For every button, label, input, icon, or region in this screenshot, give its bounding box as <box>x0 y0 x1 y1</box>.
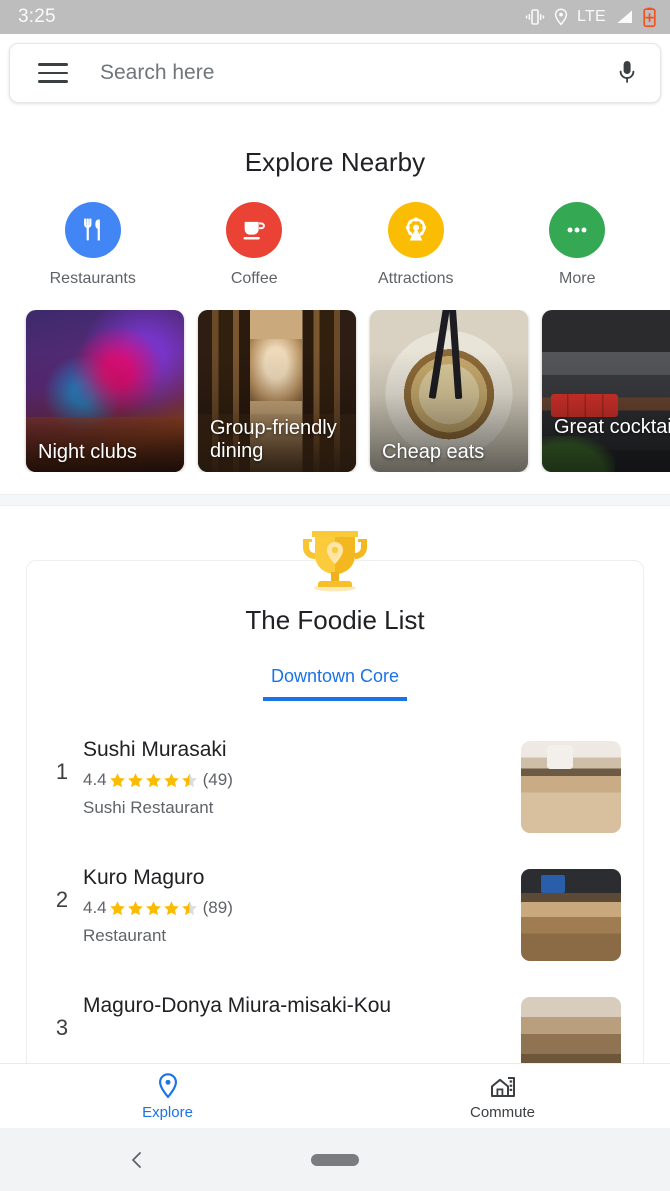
category-label: Attractions <box>377 270 454 287</box>
home-gesture-pill[interactable] <box>311 1153 359 1166</box>
place-rating: 4.4 (89) <box>83 898 521 918</box>
microphone-icon[interactable] <box>614 58 640 88</box>
hamburger-menu-icon[interactable] <box>38 63 68 83</box>
place-details: Kuro Maguro 4.4 (89) Restaurant <box>79 865 521 946</box>
card-gradient <box>542 310 670 472</box>
explore-card[interactable]: Group-friendly dining <box>198 310 356 472</box>
place-rating: 4.4 (49) <box>83 770 521 790</box>
star-rating <box>109 772 199 789</box>
section-divider <box>0 494 670 506</box>
review-count: (89) <box>202 898 233 918</box>
tab-downtown-core[interactable]: Downtown Core <box>262 666 408 701</box>
status-bar: 3:25 LTE <box>0 0 670 34</box>
more-dots-icon <box>549 202 606 258</box>
coffee-cup-icon <box>226 202 283 258</box>
search-bar-container: Search here <box>0 34 670 103</box>
foodie-list-section: The Foodie List Downtown Core 1 Sushi Mu… <box>0 506 670 1120</box>
place-rank: 3 <box>55 1015 69 1040</box>
nav-item-commute[interactable]: Commute <box>335 1072 670 1121</box>
nav-item-explore[interactable]: Explore <box>0 1072 335 1121</box>
status-time: 3:25 <box>18 6 56 27</box>
explore-card[interactable]: Cheap eats <box>370 310 528 472</box>
category-row: Restaurants Coffee Attractions More <box>0 202 670 288</box>
trophy-icon <box>303 531 367 592</box>
place-details: Sushi Murasaki 4.4 (49) Sushi Restaurant <box>79 737 521 818</box>
category-label: Coffee <box>230 270 278 287</box>
category-attractions[interactable]: Attractions <box>335 202 497 288</box>
rating-value: 4.4 <box>83 898 107 918</box>
rating-value: 4.4 <box>83 770 107 790</box>
search-input[interactable]: Search here <box>100 61 614 85</box>
explore-card[interactable]: Night clubs <box>26 310 184 472</box>
place-details: Maguro-Donya Miura-misaki-Kou <box>79 993 521 1019</box>
building-icon <box>490 1076 515 1097</box>
place-rank: 2 <box>55 887 69 912</box>
star-rating <box>109 900 199 917</box>
battery-charging-icon <box>643 7 656 27</box>
bottom-navigation: Explore Commute <box>0 1063 670 1128</box>
review-count: (49) <box>202 770 233 790</box>
nav-label: Explore <box>142 1103 193 1121</box>
network-type-label: LTE <box>576 8 606 25</box>
place-type: Restaurant <box>83 926 167 946</box>
vibrate-icon <box>525 9 545 25</box>
explore-card-carousel[interactable]: Night clubs Group-friendly dining Cheap … <box>0 310 670 472</box>
category-label: Restaurants <box>49 270 136 287</box>
card-label: Night clubs <box>38 440 137 463</box>
card-label: Great cocktails <box>554 415 670 438</box>
location-icon <box>554 8 568 26</box>
card-label: Group-friendly dining <box>210 417 337 462</box>
category-restaurants[interactable]: Restaurants <box>12 202 174 288</box>
place-thumbnail[interactable] <box>521 741 621 833</box>
category-coffee[interactable]: Coffee <box>174 202 336 288</box>
place-name: Maguro-Donya Miura-misaki-Kou <box>83 994 392 1017</box>
search-bar[interactable]: Search here <box>9 43 661 103</box>
place-name: Sushi Murasaki <box>83 738 227 761</box>
status-icons: LTE <box>525 7 656 27</box>
category-label: More <box>559 270 596 287</box>
foodie-place-list: 1 Sushi Murasaki 4.4 (49) Sushi Restaura… <box>27 721 643 1105</box>
foodie-list-title: The Foodie List <box>245 605 425 635</box>
location-pin-icon <box>158 1072 177 1098</box>
nav-label: Commute <box>469 1103 536 1121</box>
back-chevron-icon[interactable] <box>128 1151 146 1169</box>
explore-nearby-title: Explore Nearby <box>244 147 426 177</box>
list-item[interactable]: 1 Sushi Murasaki 4.4 (49) Sushi Restaura… <box>27 721 643 849</box>
place-type: Sushi Restaurant <box>83 798 214 818</box>
category-more[interactable]: More <box>497 202 659 288</box>
place-name: Kuro Maguro <box>83 866 205 889</box>
place-thumbnail[interactable] <box>521 869 621 961</box>
restaurant-icon <box>64 202 121 258</box>
system-navigation-bar <box>0 1128 670 1191</box>
card-label: Cheap eats <box>382 440 485 463</box>
place-rank: 1 <box>55 759 69 784</box>
foodie-list-card: The Foodie List Downtown Core 1 Sushi Mu… <box>26 560 644 1120</box>
foodie-tab-row: Downtown Core <box>27 666 643 701</box>
ferris-wheel-icon <box>387 202 444 258</box>
explore-card[interactable]: Great cocktails <box>542 310 670 472</box>
signal-icon <box>617 10 632 23</box>
list-item[interactable]: 2 Kuro Maguro 4.4 (89) Restaurant <box>27 849 643 977</box>
